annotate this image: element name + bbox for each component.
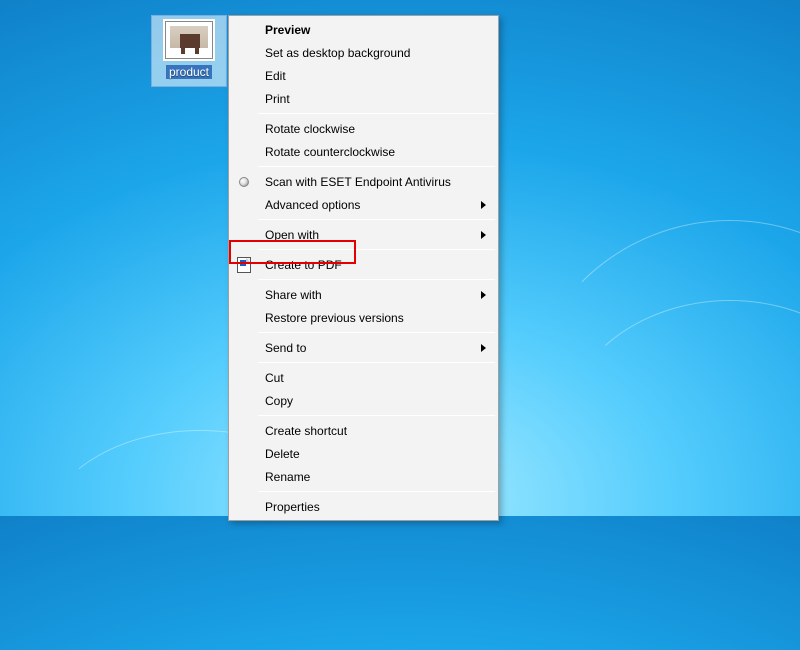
menu-separator xyxy=(258,362,495,363)
menu-item-print[interactable]: Print xyxy=(257,87,496,110)
submenu-arrow-icon xyxy=(481,201,486,209)
menu-item-rename[interactable]: Rename xyxy=(257,465,496,488)
menu-item-label: Cut xyxy=(265,371,284,385)
menu-item-scan-with-eset-endpoint-antivirus[interactable]: Scan with ESET Endpoint Antivirus xyxy=(257,170,496,193)
menu-separator xyxy=(258,491,495,492)
menu-item-label: Set as desktop background xyxy=(265,46,410,60)
menu-item-delete[interactable]: Delete xyxy=(257,442,496,465)
submenu-arrow-icon xyxy=(481,344,486,352)
submenu-arrow-icon xyxy=(481,291,486,299)
menu-item-label: Advanced options xyxy=(265,198,360,212)
menu-item-open-with[interactable]: Open with xyxy=(257,223,496,246)
pdf-icon xyxy=(231,253,257,276)
menu-separator xyxy=(258,166,495,167)
menu-item-send-to[interactable]: Send to xyxy=(257,336,496,359)
menu-separator xyxy=(258,415,495,416)
menu-item-rotate-counterclockwise[interactable]: Rotate counterclockwise xyxy=(257,140,496,163)
menu-item-restore-previous-versions[interactable]: Restore previous versions xyxy=(257,306,496,329)
menu-item-label: Create to PDF xyxy=(265,258,342,272)
menu-item-label: Delete xyxy=(265,447,300,461)
desktop-icon-label: product xyxy=(166,65,212,79)
menu-item-label: Open with xyxy=(265,228,319,242)
menu-item-label: Preview xyxy=(265,23,310,37)
menu-separator xyxy=(258,279,495,280)
menu-item-label: Share with xyxy=(265,288,322,302)
menu-item-label: Print xyxy=(265,92,290,106)
menu-item-advanced-options[interactable]: Advanced options xyxy=(257,193,496,216)
menu-item-label: Rotate counterclockwise xyxy=(265,145,395,159)
submenu-arrow-icon xyxy=(481,231,486,239)
menu-item-properties[interactable]: Properties xyxy=(257,495,496,518)
menu-separator xyxy=(258,113,495,114)
menu-item-label: Copy xyxy=(265,394,293,408)
menu-item-label: Rotate clockwise xyxy=(265,122,355,136)
menu-separator xyxy=(258,332,495,333)
context-menu: Preview Set as desktop background Edit Prin… xyxy=(228,15,499,521)
menu-item-edit[interactable]: Edit xyxy=(257,64,496,87)
file-thumbnail xyxy=(165,21,213,59)
menu-item-create-shortcut[interactable]: Create shortcut xyxy=(257,419,496,442)
menu-item-share-with[interactable]: Share with xyxy=(257,283,496,306)
menu-item-label: Send to xyxy=(265,341,306,355)
menu-item-label: Create shortcut xyxy=(265,424,347,438)
menu-item-label: Edit xyxy=(265,69,286,83)
menu-item-set-as-desktop-background[interactable]: Set as desktop background xyxy=(257,41,496,64)
menu-separator xyxy=(258,219,495,220)
menu-item-rotate-clockwise[interactable]: Rotate clockwise xyxy=(257,117,496,140)
menu-separator xyxy=(258,249,495,250)
menu-item-copy[interactable]: Copy xyxy=(257,389,496,412)
menu-item-label: Restore previous versions xyxy=(265,311,404,325)
menu-item-cut[interactable]: Cut xyxy=(257,366,496,389)
menu-item-label: Properties xyxy=(265,500,320,514)
desktop-icon-product[interactable]: product xyxy=(151,15,227,87)
menu-item-label: Rename xyxy=(265,470,310,484)
menu-item-label: Scan with ESET Endpoint Antivirus xyxy=(265,175,451,189)
menu-item-create-to-pdf[interactable]: Create to PDF xyxy=(257,253,496,276)
menu-item-preview[interactable]: Preview xyxy=(257,18,496,41)
eset-icon xyxy=(231,170,257,193)
